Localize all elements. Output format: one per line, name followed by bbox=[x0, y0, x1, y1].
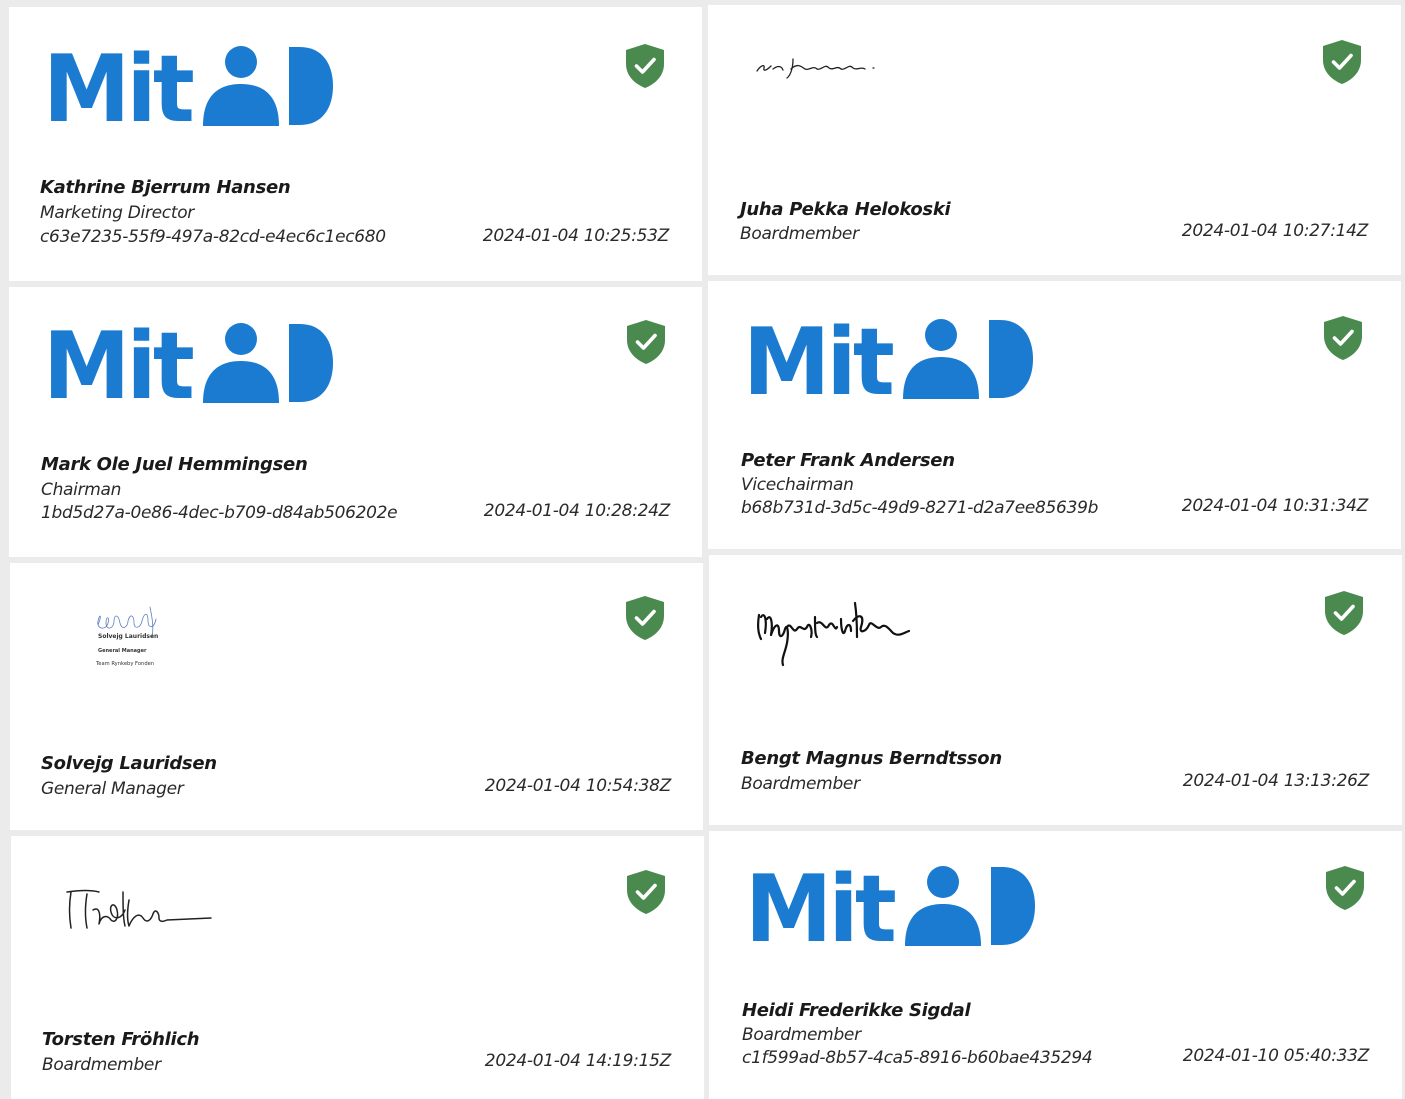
mitid-logo bbox=[43, 45, 333, 127]
handwritten-signature: Solvejg Lauridsen General Manager Team R… bbox=[95, 606, 158, 667]
signature-timestamp: 2024-01-04 10:54:38Z bbox=[484, 776, 672, 796]
signer-name: Kathrine Bjerrum Hansen bbox=[40, 177, 291, 198]
verified-shield-icon bbox=[624, 594, 666, 642]
signer-name: Juha Pekka Helokoski bbox=[740, 199, 951, 220]
signer-name: Torsten Fröhlich bbox=[42, 1029, 200, 1050]
signature-card: Juha Pekka Helokoski Boardmember 2024-01… bbox=[708, 5, 1401, 275]
signature-caption-role: General Manager bbox=[98, 648, 147, 654]
signature-timestamp: 2024-01-04 10:27:14Z bbox=[1181, 221, 1369, 241]
signer-role: Boardmember bbox=[42, 1055, 161, 1075]
signature-card: Mark Ole Juel Hemmingsen Chairman 1bd5d2… bbox=[9, 287, 702, 557]
signature-card: Heidi Frederikke Sigdal Boardmember c1f5… bbox=[709, 831, 1402, 1099]
verified-shield-icon bbox=[1323, 589, 1365, 637]
signer-name: Bengt Magnus Berndtsson bbox=[741, 748, 1002, 769]
signer-name: Heidi Frederikke Sigdal bbox=[742, 1000, 971, 1021]
signer-name: Mark Ole Juel Hemmingsen bbox=[41, 454, 308, 475]
handwritten-signature bbox=[756, 58, 875, 79]
signer-role: Chairman bbox=[41, 480, 122, 500]
signer-uuid: 1bd5d27a-0e86-4dec-b709-d84ab506202e bbox=[41, 503, 398, 523]
signer-role: Marketing Director bbox=[40, 203, 195, 223]
signature-timestamp: 2024-01-04 10:31:34Z bbox=[1181, 496, 1369, 516]
signer-name: Solvejg Lauridsen bbox=[41, 753, 217, 774]
verified-shield-icon bbox=[1321, 38, 1363, 86]
verified-shield-icon bbox=[625, 318, 667, 366]
signature-card: Bengt Magnus Berndtsson Boardmember 2024… bbox=[709, 555, 1402, 825]
signature-caption-org: Team Rynkeby Fonden bbox=[95, 661, 154, 667]
signature-card: Torsten Fröhlich Boardmember 2024-01-04 … bbox=[11, 836, 704, 1099]
signer-role: General Manager bbox=[41, 779, 184, 799]
signer-uuid: c1f599ad-8b57-4ca5-8916-b60bae435294 bbox=[742, 1048, 1093, 1068]
signer-role: Boardmember bbox=[741, 774, 860, 794]
mitid-logo bbox=[745, 865, 1035, 947]
verified-shield-icon bbox=[1322, 314, 1364, 362]
signer-uuid: c63e7235-55f9-497a-82cd-e4ec6c1ec680 bbox=[40, 227, 386, 247]
signature-timestamp: 2024-01-04 14:19:15Z bbox=[484, 1051, 672, 1071]
handwritten-signature bbox=[757, 601, 911, 667]
signature-caption-name: Solvejg Lauridsen bbox=[98, 633, 158, 640]
signer-role: Boardmember bbox=[742, 1025, 861, 1045]
mitid-logo bbox=[43, 322, 333, 404]
signature-card: Solvejg Lauridsen General Manager Team R… bbox=[10, 563, 703, 830]
mitid-logo bbox=[743, 318, 1033, 400]
signer-name: Peter Frank Andersen bbox=[741, 450, 955, 471]
signer-role: Boardmember bbox=[740, 224, 859, 244]
signer-uuid: b68b731d-3d5c-49d9-8271-d2a7ee85639b bbox=[741, 498, 1099, 518]
signature-timestamp: 2024-01-04 10:28:24Z bbox=[483, 501, 671, 521]
verified-shield-icon bbox=[1324, 864, 1366, 912]
signature-timestamp: 2024-01-04 10:25:53Z bbox=[482, 226, 670, 246]
signature-card: Peter Frank Andersen Vicechairman b68b73… bbox=[708, 281, 1401, 549]
signature-timestamp: 2024-01-04 13:13:26Z bbox=[1182, 771, 1370, 791]
handwritten-signature bbox=[66, 889, 212, 929]
signer-role: Vicechairman bbox=[741, 475, 854, 495]
verified-shield-icon bbox=[625, 868, 667, 916]
signature-card: Kathrine Bjerrum Hansen Marketing Direct… bbox=[9, 7, 702, 281]
verified-shield-icon bbox=[624, 42, 666, 90]
signature-timestamp: 2024-01-10 05:40:33Z bbox=[1182, 1046, 1370, 1066]
